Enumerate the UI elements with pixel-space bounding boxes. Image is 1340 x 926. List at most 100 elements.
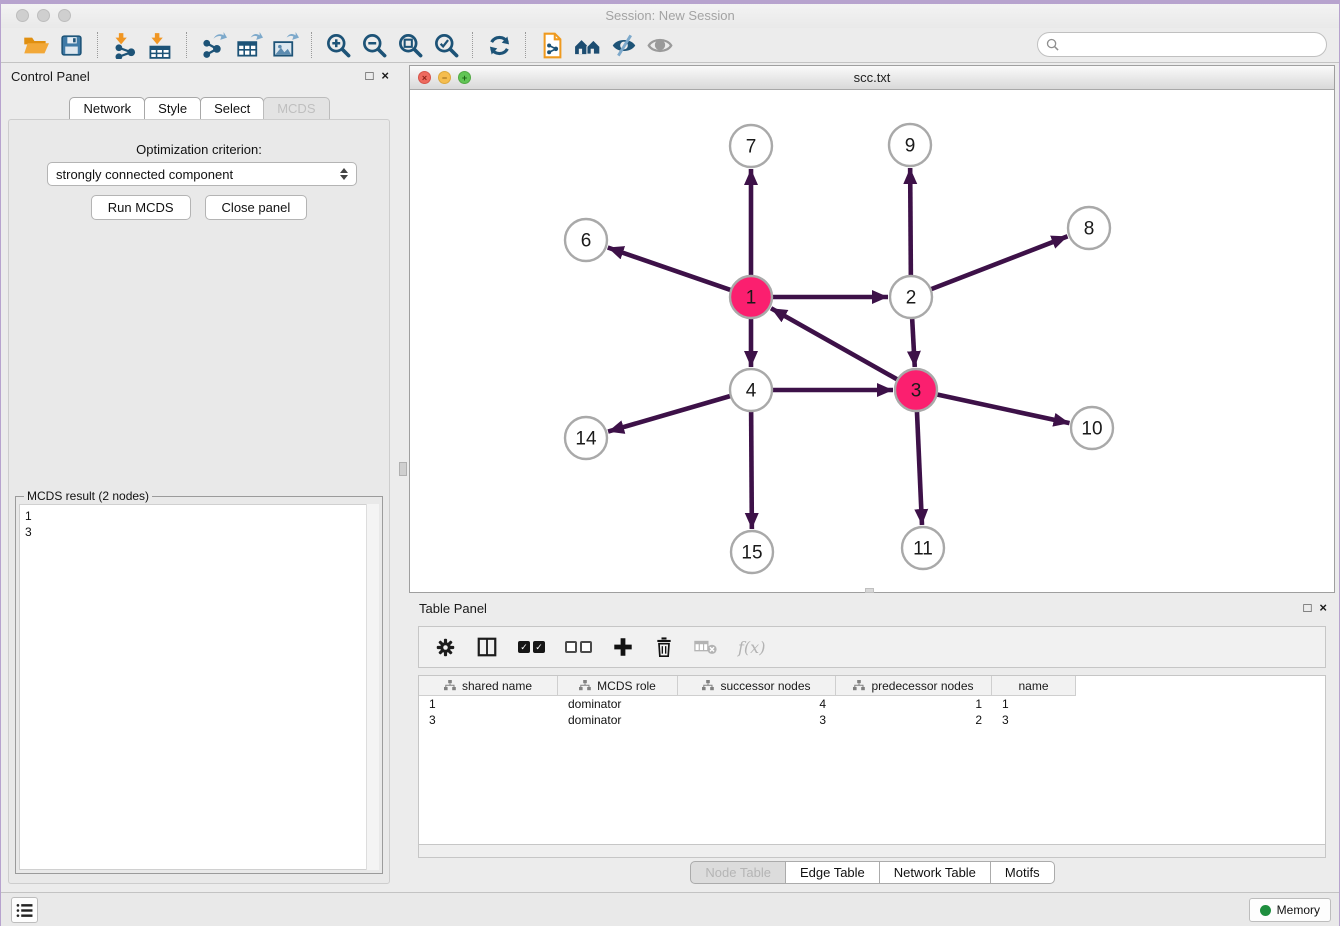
- graph-edge-1-6[interactable]: [608, 248, 731, 291]
- export-table-button[interactable]: [235, 31, 263, 59]
- column-header-name[interactable]: name: [992, 676, 1076, 696]
- cell-successor-nodes: 4: [678, 696, 836, 712]
- zoom-in-icon: [325, 32, 352, 59]
- column-header-predecessor-nodes[interactable]: predecessor nodes: [836, 676, 992, 696]
- control-panel-float-icon[interactable]: □: [366, 67, 374, 84]
- graph-node-label-2: 2: [906, 288, 917, 309]
- delete-row-button[interactable]: [654, 632, 674, 662]
- table-header-row: shared name MCDS role successor nodes prede…: [419, 676, 1325, 696]
- checked-boxes-icon: ✓✓: [518, 641, 545, 653]
- delete-table-button[interactable]: [694, 632, 718, 662]
- open-folder-icon: [22, 32, 49, 59]
- export-network-button[interactable]: [199, 31, 227, 59]
- table-panel-close-icon[interactable]: ×: [1319, 599, 1327, 616]
- status-bar: Memory: [1, 892, 1339, 926]
- cell-MCDS-role: dominator: [558, 712, 678, 728]
- table-options-button[interactable]: [435, 632, 456, 662]
- network-canvas[interactable]: 7968124314101511: [410, 90, 1334, 592]
- open-session-button[interactable]: [21, 31, 49, 59]
- table-hscrollbar[interactable]: [418, 845, 1326, 858]
- tab-mcds[interactable]: MCDS: [263, 97, 329, 120]
- cell-predecessor-nodes: 2: [836, 712, 992, 728]
- graph-edge-2-9[interactable]: [910, 168, 911, 276]
- criterion-select[interactable]: strongly connected component: [47, 162, 357, 186]
- run-mcds-button[interactable]: Run MCDS: [91, 195, 191, 220]
- mcds-result-title: MCDS result (2 nodes): [24, 489, 152, 503]
- graph-edge-4-15[interactable]: [751, 411, 752, 529]
- column-header-label: predecessor nodes: [871, 679, 973, 693]
- table-row[interactable]: 3dominator323: [419, 712, 1325, 728]
- zoom-selected-button[interactable]: [432, 31, 460, 59]
- mcds-result-text[interactable]: 1 3: [19, 504, 379, 870]
- network-view-window: × − + scc.txt 7968124314101511: [409, 65, 1335, 593]
- save-session-button[interactable]: [57, 31, 85, 59]
- select-stepper-icon: [340, 168, 348, 180]
- tab-select[interactable]: Select: [200, 97, 264, 120]
- graph-edge-3-11[interactable]: [917, 411, 922, 525]
- table-panel: Table Panel □ ×: [409, 596, 1335, 892]
- import-network-button[interactable]: [110, 31, 138, 59]
- tab-network[interactable]: Network: [69, 97, 145, 120]
- search-icon: [1046, 38, 1059, 51]
- panel-splitter[interactable]: [397, 64, 409, 892]
- tab-edge-table[interactable]: Edge Table: [785, 861, 880, 884]
- show-all-button[interactable]: [646, 31, 674, 59]
- graph-node-label-15: 15: [741, 543, 762, 564]
- memory-status-icon: [1260, 905, 1271, 916]
- refresh-icon: [486, 32, 513, 59]
- app-window: Session: New Session: [0, 0, 1340, 926]
- tab-node-table[interactable]: Node Table: [690, 861, 786, 884]
- graph-edge-2-8[interactable]: [931, 236, 1068, 289]
- deselect-all-button[interactable]: [565, 632, 592, 662]
- graph-edge-4-14[interactable]: [608, 396, 731, 432]
- first-neighbors-button[interactable]: [574, 31, 602, 59]
- graph-edge-2-3[interactable]: [912, 318, 915, 367]
- memory-button[interactable]: Memory: [1249, 898, 1331, 922]
- hide-selected-button[interactable]: [610, 31, 638, 59]
- mcds-result-box: MCDS result (2 nodes) 1 3: [15, 496, 383, 874]
- graph-node-label-10: 10: [1081, 419, 1102, 440]
- graph-edge-3-1[interactable]: [771, 308, 898, 379]
- column-type-icon: [579, 680, 591, 691]
- network-window-title: scc.txt: [410, 70, 1334, 85]
- select-all-button[interactable]: ✓✓: [518, 632, 545, 662]
- import-table-button[interactable]: [146, 31, 174, 59]
- control-panel-close-icon[interactable]: ×: [381, 67, 389, 84]
- new-network-from-selection-button[interactable]: [538, 31, 566, 59]
- show-column-button[interactable]: [476, 632, 498, 662]
- graph-edge-3-10[interactable]: [937, 394, 1070, 423]
- column-header-successor-nodes[interactable]: successor nodes: [678, 676, 836, 696]
- list-icon: [16, 903, 33, 918]
- search-box: [1037, 32, 1327, 57]
- column-header-MCDS-role[interactable]: MCDS role: [558, 676, 678, 696]
- search-input[interactable]: [1064, 38, 1318, 52]
- splitter-handle[interactable]: [399, 462, 407, 476]
- zoom-out-button[interactable]: [360, 31, 388, 59]
- zoom-in-button[interactable]: [324, 31, 352, 59]
- zoom-fit-button[interactable]: [396, 31, 424, 59]
- tab-style[interactable]: Style: [144, 97, 201, 120]
- column-type-icon: [702, 680, 714, 691]
- graph-node-label-6: 6: [581, 231, 592, 252]
- save-floppy-icon: [59, 33, 84, 58]
- apply-function-button[interactable]: f(x): [738, 632, 765, 662]
- table-row[interactable]: 1dominator411: [419, 696, 1325, 712]
- zoom-fit-icon: [397, 32, 424, 59]
- table-panel-float-icon[interactable]: □: [1304, 599, 1312, 616]
- export-network-icon: [200, 32, 227, 59]
- tab-motifs[interactable]: Motifs: [990, 861, 1055, 884]
- cell-predecessor-nodes: 1: [836, 696, 992, 712]
- column-type-icon: [853, 680, 865, 691]
- column-header-shared-name[interactable]: shared name: [419, 676, 558, 696]
- result-scrollbar[interactable]: [366, 504, 379, 870]
- import-network-icon: [111, 32, 138, 59]
- add-row-button[interactable]: [612, 632, 634, 662]
- houses-icon: [574, 32, 602, 59]
- column-header-label: MCDS role: [597, 679, 656, 693]
- network-resize-handle[interactable]: [865, 588, 874, 593]
- close-panel-button[interactable]: Close panel: [205, 195, 308, 220]
- task-history-button[interactable]: [11, 897, 38, 923]
- tab-network-table[interactable]: Network Table: [879, 861, 991, 884]
- apply-layout-button[interactable]: [485, 31, 513, 59]
- export-image-button[interactable]: [271, 31, 299, 59]
